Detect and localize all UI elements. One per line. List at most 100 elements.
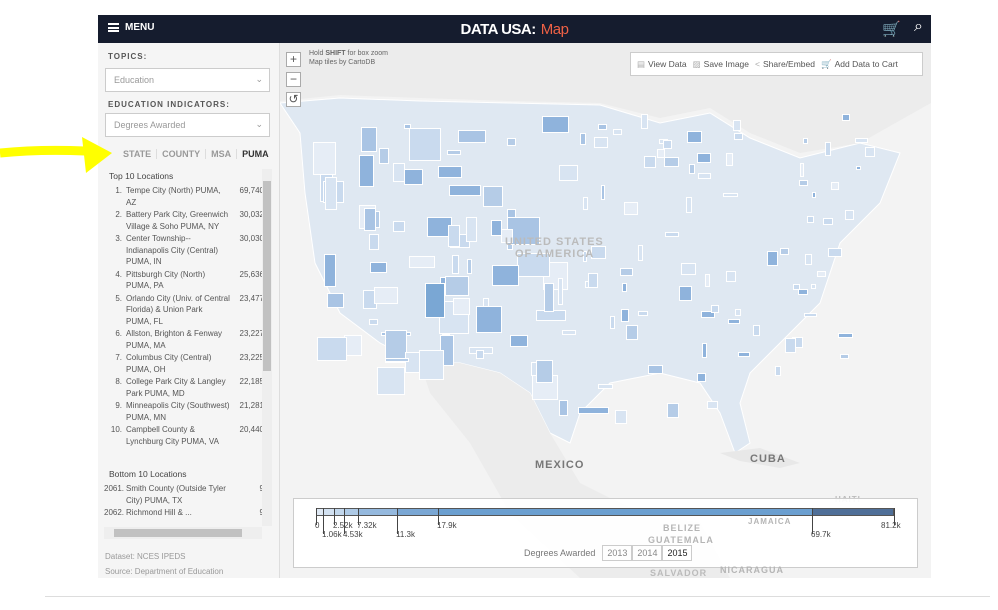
tab-state[interactable]: STATE	[118, 149, 158, 159]
puma-region[interactable]	[663, 140, 673, 149]
puma-region[interactable]	[737, 351, 750, 357]
puma-region[interactable]	[811, 192, 817, 199]
puma-region[interactable]	[583, 196, 588, 211]
puma-region[interactable]	[393, 221, 405, 233]
choropleth-map[interactable]: UNITED STATES OF AMERICA MEXICO CUBA HAI…	[280, 43, 931, 578]
puma-region[interactable]	[612, 128, 623, 135]
search-icon[interactable]: ⌕	[914, 18, 923, 36]
puma-region[interactable]	[312, 141, 336, 176]
puma-region[interactable]	[841, 113, 850, 122]
puma-region[interactable]	[696, 373, 706, 382]
puma-region[interactable]	[798, 289, 809, 295]
puma-region[interactable]	[664, 156, 680, 168]
puma-region[interactable]	[697, 153, 712, 164]
puma-region[interactable]	[687, 130, 702, 144]
puma-region[interactable]	[728, 318, 740, 324]
puma-region[interactable]	[822, 217, 834, 225]
puma-region[interactable]	[448, 185, 482, 197]
list-item[interactable]: 7. Columbus City (Central) PUMA, OH 23,225	[104, 352, 264, 375]
puma-region[interactable]	[466, 216, 478, 243]
list-item[interactable]: 10. Campbell County & Lynchburg City PUMA…	[104, 424, 264, 447]
puma-region[interactable]	[844, 210, 855, 221]
puma-region[interactable]	[403, 168, 424, 186]
puma-region[interactable]	[544, 282, 554, 313]
puma-region[interactable]	[615, 409, 627, 424]
puma-region[interactable]	[384, 357, 409, 363]
puma-region[interactable]	[792, 283, 801, 290]
list-item[interactable]: 2062.Richmond Hill & ... 9	[104, 507, 264, 518]
puma-region[interactable]	[466, 259, 473, 275]
puma-region[interactable]	[733, 133, 743, 141]
scroll-thumb[interactable]	[263, 181, 271, 371]
puma-region[interactable]	[368, 234, 380, 251]
puma-region[interactable]	[558, 399, 569, 417]
puma-region[interactable]	[732, 120, 741, 132]
puma-region[interactable]	[444, 276, 470, 297]
share-embed-button[interactable]: < Share/Embed	[755, 59, 815, 69]
zoom-in-button[interactable]: +	[286, 52, 301, 67]
puma-region[interactable]	[609, 316, 616, 329]
puma-region[interactable]	[620, 308, 630, 322]
scroll-thumb[interactable]	[114, 529, 242, 537]
puma-region[interactable]	[666, 403, 679, 419]
puma-region[interactable]	[643, 156, 656, 169]
puma-region[interactable]	[817, 271, 827, 277]
puma-region[interactable]	[476, 305, 502, 333]
vertical-scrollbar[interactable]	[262, 169, 272, 526]
puma-region[interactable]	[805, 254, 812, 266]
puma-region[interactable]	[726, 271, 737, 283]
list-item[interactable]: 4. Pittsburgh City (North) PUMA, PA 25,636	[104, 269, 264, 292]
puma-region[interactable]	[453, 297, 471, 316]
puma-region[interactable]	[621, 283, 628, 292]
puma-region[interactable]	[855, 166, 862, 171]
puma-region[interactable]	[707, 401, 719, 410]
puma-region[interactable]	[447, 224, 460, 248]
list-item[interactable]: 2. Battery Park City, Greenwich Village &…	[104, 209, 264, 232]
puma-region[interactable]	[686, 197, 693, 214]
indicator-select[interactable]: Degrees Awarded ⌄	[105, 113, 270, 137]
puma-region[interactable]	[580, 132, 586, 145]
reset-zoom-button[interactable]: ↺	[286, 92, 301, 107]
puma-region[interactable]	[734, 308, 741, 316]
puma-region[interactable]	[475, 350, 484, 360]
list-item[interactable]: 2061. Smith County (Outside Tyler City) P…	[104, 483, 264, 506]
puma-region[interactable]	[408, 128, 441, 162]
puma-region[interactable]	[664, 231, 679, 238]
add-to-cart-button[interactable]: 🛒 Add Data to Cart	[821, 59, 898, 70]
puma-region[interactable]	[854, 137, 869, 143]
puma-region[interactable]	[562, 330, 576, 336]
puma-region[interactable]	[702, 342, 708, 359]
year-2015[interactable]: 2015	[662, 545, 693, 561]
puma-region[interactable]	[404, 124, 411, 129]
year-2013[interactable]: 2013	[602, 545, 633, 561]
puma-region[interactable]	[824, 141, 832, 156]
puma-region[interactable]	[458, 130, 486, 143]
puma-region[interactable]	[680, 262, 696, 275]
list-item[interactable]: 3. Center Township--Indianapolis City (Ce…	[104, 233, 264, 268]
puma-region[interactable]	[678, 285, 692, 301]
puma-region[interactable]	[577, 406, 610, 415]
puma-region[interactable]	[689, 163, 696, 174]
puma-region[interactable]	[418, 349, 445, 380]
puma-region[interactable]	[698, 173, 711, 179]
puma-region[interactable]	[657, 148, 666, 159]
puma-region[interactable]	[803, 137, 809, 145]
puma-region[interactable]	[542, 115, 569, 134]
list-item[interactable]: 9. Minneapolis City (Southwest) PUMA, MN 2…	[104, 400, 264, 423]
puma-region[interactable]	[559, 164, 578, 181]
puma-region[interactable]	[510, 334, 529, 347]
list-item[interactable]: 5. Orlando City (Univ. of Central Florida…	[104, 293, 264, 328]
puma-region[interactable]	[640, 114, 648, 130]
list-item[interactable]: 6. Allston, Brighton & Fenway PUMA, MA 23,…	[104, 328, 264, 351]
puma-region[interactable]	[839, 353, 849, 359]
puma-region[interactable]	[711, 304, 719, 314]
puma-region[interactable]	[807, 216, 815, 224]
puma-region[interactable]	[865, 147, 875, 157]
puma-region[interactable]	[323, 254, 337, 287]
puma-region[interactable]	[804, 312, 817, 317]
puma-region[interactable]	[600, 184, 606, 201]
puma-region[interactable]	[831, 181, 839, 191]
puma-region[interactable]	[597, 384, 614, 389]
year-2014[interactable]: 2014	[632, 545, 663, 561]
topic-select[interactable]: Education ⌄	[105, 68, 270, 92]
